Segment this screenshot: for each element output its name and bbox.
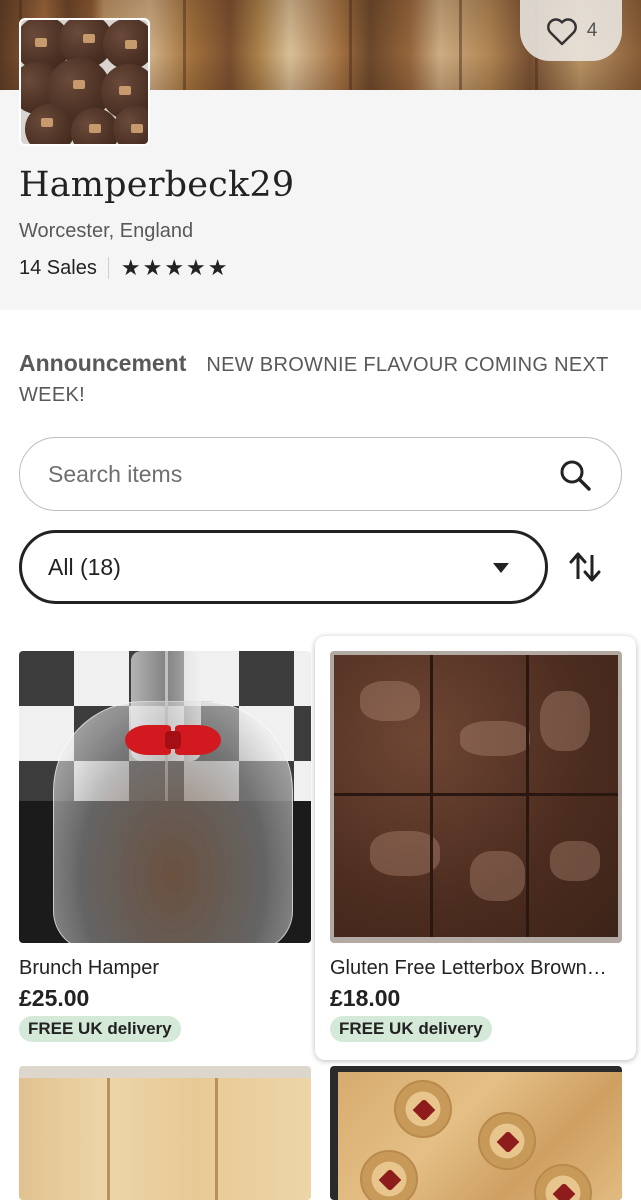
listing-image[interactable] bbox=[330, 1066, 622, 1200]
sales-count: 14 Sales bbox=[19, 256, 97, 279]
category-filter-dropdown[interactable]: All (18) bbox=[19, 530, 548, 604]
free-delivery-badge: FREE UK delivery bbox=[19, 1016, 181, 1042]
listing-title[interactable]: Brunch Hamper bbox=[19, 957, 311, 980]
star-icon: ★ bbox=[186, 255, 206, 280]
listing-price: £18.00 bbox=[330, 985, 401, 1011]
shop-stats: 14 Sales ★ ★ ★ ★ ★ bbox=[19, 256, 228, 280]
shop-logo[interactable] bbox=[19, 18, 150, 146]
rating-stars[interactable]: ★ ★ ★ ★ ★ bbox=[121, 257, 228, 279]
search-bar bbox=[19, 437, 622, 511]
listing-card[interactable]: Gluten Free Letterbox Brown… £18.00 FREE… bbox=[315, 636, 636, 1060]
listing-image[interactable] bbox=[19, 651, 311, 943]
category-filter-value: All (18) bbox=[48, 554, 121, 580]
sort-arrows-icon[interactable] bbox=[568, 549, 602, 585]
announcement-heading: Announcement bbox=[19, 350, 187, 376]
listing-image[interactable] bbox=[330, 651, 622, 943]
listing-title[interactable]: Gluten Free Letterbox Brown… bbox=[330, 957, 622, 980]
free-delivery-badge: FREE UK delivery bbox=[330, 1016, 492, 1042]
listing-image[interactable] bbox=[19, 1066, 311, 1200]
heart-icon bbox=[546, 17, 577, 45]
search-icon[interactable] bbox=[557, 457, 593, 493]
favorites-count: 4 bbox=[586, 19, 598, 41]
listing-price: £25.00 bbox=[19, 985, 90, 1011]
shop-name: Hamperbeck29 bbox=[19, 165, 295, 205]
announcement: Announcement NEW BROWNIE FLAVOUR COMING N… bbox=[19, 348, 619, 410]
chevron-down-icon bbox=[493, 563, 509, 573]
star-icon: ★ bbox=[120, 255, 141, 280]
favorite-shop-button[interactable]: 4 bbox=[520, 0, 622, 61]
listing-card[interactable]: Brunch Hamper £25.00 FREE UK delivery bbox=[19, 651, 311, 1042]
star-icon: ★ bbox=[142, 255, 163, 280]
stats-divider bbox=[107, 257, 109, 279]
star-icon: ★ bbox=[207, 255, 228, 280]
shop-location: Worcester, England bbox=[19, 220, 194, 242]
star-icon: ★ bbox=[164, 255, 185, 280]
search-input[interactable] bbox=[48, 438, 548, 510]
